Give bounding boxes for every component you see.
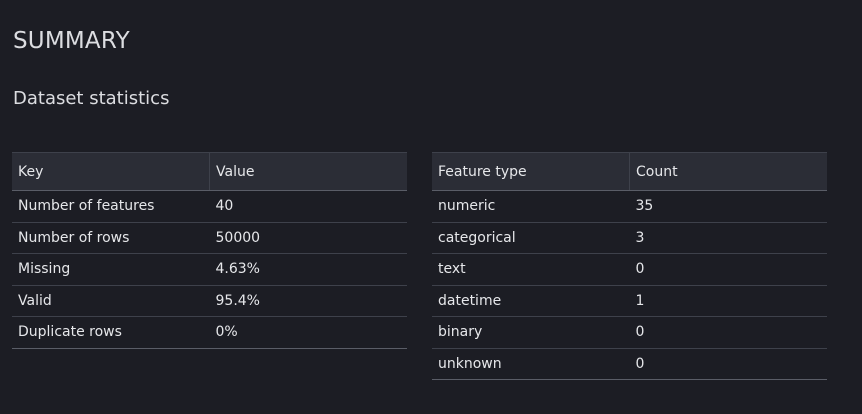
column-header-value[interactable]: Value	[209, 152, 407, 191]
table-row: numeric 35	[432, 190, 827, 223]
table-row: Number of rows 50000	[12, 222, 407, 254]
row-key: Duplicate rows	[12, 316, 210, 349]
section-title: Dataset statistics	[13, 88, 170, 109]
row-value: 4.63%	[209, 253, 407, 286]
row-count: 35	[629, 190, 827, 223]
row-feature-type: binary	[432, 316, 630, 349]
row-key: Number of rows	[12, 222, 210, 254]
row-value: 40	[209, 190, 407, 223]
table-header-row: Feature type Count	[432, 152, 827, 191]
row-value: 0%	[209, 316, 407, 349]
row-count: 0	[629, 253, 827, 286]
table-row: Valid 95.4%	[12, 285, 407, 317]
table-row: binary 0	[432, 316, 827, 349]
table-row: Missing 4.63%	[12, 253, 407, 286]
row-feature-type: categorical	[432, 222, 630, 254]
row-feature-type: datetime	[432, 285, 630, 317]
column-header-count[interactable]: Count	[629, 152, 827, 191]
table-row: datetime 1	[432, 285, 827, 317]
feature-types-table: Feature type Count numeric 35 categorica…	[432, 152, 827, 380]
row-key: Valid	[12, 285, 210, 317]
row-feature-type: unknown	[432, 348, 630, 380]
column-header-feature-type[interactable]: Feature type	[432, 152, 630, 191]
table-row: unknown 0	[432, 348, 827, 380]
row-count: 0	[629, 348, 827, 380]
row-count: 3	[629, 222, 827, 254]
row-value: 95.4%	[209, 285, 407, 317]
table-row: text 0	[432, 253, 827, 286]
dataset-statistics-table: Key Value Number of features 40 Number o…	[12, 152, 407, 349]
row-count: 1	[629, 285, 827, 317]
column-header-key[interactable]: Key	[12, 152, 210, 191]
table-header-row: Key Value	[12, 152, 407, 191]
page-title: SUMMARY	[13, 28, 130, 54]
row-key: Missing	[12, 253, 210, 286]
row-count: 0	[629, 316, 827, 349]
table-row: Number of features 40	[12, 190, 407, 223]
table-row: categorical 3	[432, 222, 827, 254]
row-key: Number of features	[12, 190, 210, 223]
row-feature-type: numeric	[432, 190, 630, 223]
row-feature-type: text	[432, 253, 630, 286]
row-value: 50000	[209, 222, 407, 254]
table-row: Duplicate rows 0%	[12, 316, 407, 349]
